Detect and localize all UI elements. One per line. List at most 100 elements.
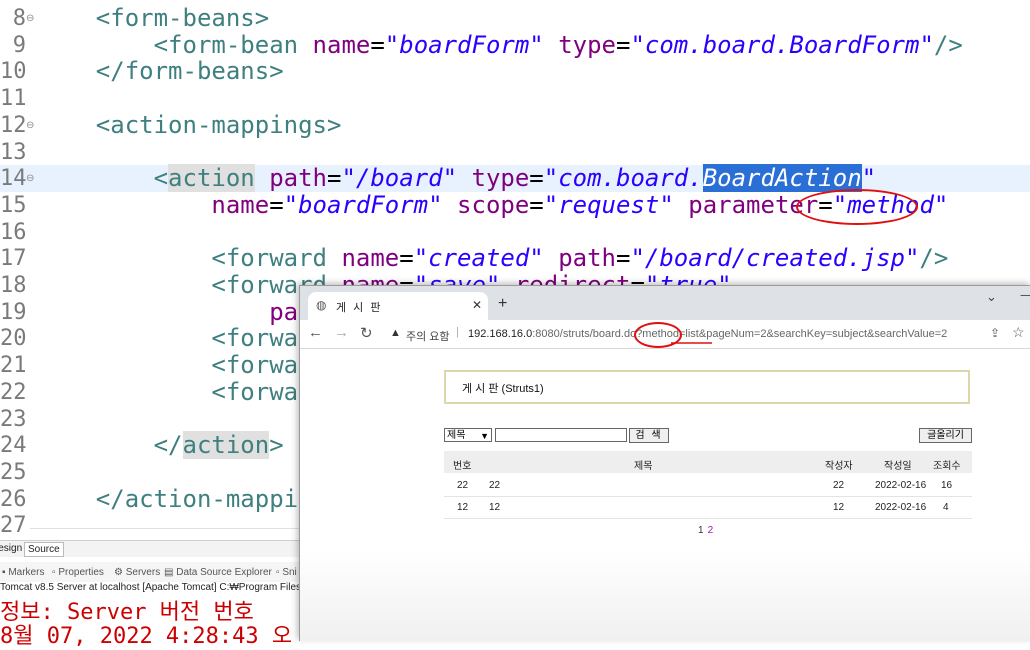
code-line[interactable]: 10 </form-beans> [0, 58, 1030, 85]
search-key-select[interactable]: 제목 ▼ [444, 428, 492, 442]
fold-toggle-icon[interactable]: ⊖ [26, 165, 36, 192]
servers-tab[interactable]: ⚙ Servers [114, 567, 160, 578]
board-title: 게 시 판 (Struts1) [462, 383, 544, 395]
line-number: 11 [0, 86, 27, 112]
line-number: 13 [0, 139, 27, 165]
markers-tab[interactable]: ▪ Markers [2, 567, 44, 578]
cell-subject[interactable]: 12 [489, 502, 500, 513]
column-header: 작성자 [825, 461, 853, 472]
browser-tab[interactable]: ◍ 게 시 판 ✕ [308, 292, 488, 320]
table-row[interactable]: 12 12 12 2022-02-16 4 [444, 496, 972, 519]
code-text: <action path="/board" type="com.board.Bo… [153, 164, 877, 193]
line-number: 22 [0, 379, 27, 405]
code-text: <forward [211, 351, 327, 380]
cell-date: 2022-02-16 [875, 480, 927, 491]
tab-title: 게 시 판 [336, 302, 383, 314]
url-domain: 192.168.16.0 [468, 328, 533, 340]
editor-scrollbar[interactable] [30, 528, 300, 539]
column-header: 조회수 [933, 461, 961, 472]
line-number: 21 [0, 353, 27, 379]
cell-subject[interactable]: 22 [489, 480, 500, 491]
line-number: 16 [0, 219, 27, 245]
new-tab-icon[interactable]: + [498, 295, 507, 313]
line-number: 18 [0, 273, 27, 298]
forward-icon[interactable]: → [334, 324, 349, 341]
cell-hits: 4 [943, 502, 949, 513]
console-line: 8월 07, 2022 4:28:43 오 [0, 624, 293, 649]
line-number: 27 [0, 513, 27, 539]
code-text: <forward [211, 377, 327, 406]
editor-bottom-tabs: Design Source [0, 540, 300, 557]
star-icon[interactable]: ☆ [1012, 324, 1025, 341]
cell-hits: 16 [941, 480, 953, 491]
back-icon[interactable]: ← [308, 324, 323, 341]
page-bottom-fade [300, 549, 1030, 641]
servers-label: Servers [125, 567, 161, 578]
line-number: 9 [12, 32, 26, 58]
browser-tabstrip: ◍ 게 시 판 ✕ + ⌄ — [300, 286, 1030, 320]
table-row[interactable]: 22 22 22 2022-02-16 16 [444, 474, 972, 497]
line-number: 8 [12, 6, 26, 31]
snippets-label: Sni [282, 567, 297, 578]
tab-design[interactable]: Design [0, 542, 25, 555]
reload-icon[interactable]: ↻ [360, 324, 373, 342]
line-number: 23 [0, 406, 27, 432]
code-line[interactable]: 14 ⊖ <action path="/board" type="com.boar… [0, 164, 1030, 193]
markers-label: Markers [8, 567, 45, 578]
code-text: <forward [211, 324, 327, 353]
code-line[interactable]: 12 ⊖ <action-mappings> [0, 110, 1030, 139]
views-tabbar: ▪ Markers ▫ Properties ⚙ Servers ▤ Data … [0, 562, 300, 582]
pagination: 12 [698, 525, 713, 536]
cell-writer: 22 [833, 480, 845, 491]
code-text: <form-beans> [95, 4, 270, 32]
url-path: :8080/struts/board.do?method=list&pageNu… [532, 328, 948, 340]
fold-toggle-icon[interactable]: ⊖ [26, 5, 36, 32]
code-line[interactable]: 17 <forward name="created" path="/board/… [0, 245, 1030, 272]
cell-num: 22 [457, 480, 469, 491]
cell-writer: 12 [833, 502, 845, 513]
search-input[interactable] [495, 428, 627, 442]
code-text: path [38, 298, 327, 326]
line-number: 20 [0, 326, 27, 352]
code-text: <form-bean name="boardForm" type="com.bo… [153, 30, 963, 59]
code-line[interactable]: 8 ⊖ <form-beans> [0, 5, 1030, 32]
properties-tab[interactable]: ▫ Properties [52, 567, 104, 578]
code-text: </action> [153, 431, 284, 460]
snippets-tab[interactable]: ▫ Sni [276, 567, 297, 578]
board-title-box: 게 시 판 (Struts1) [444, 370, 970, 404]
warning-icon[interactable]: ▲ [390, 327, 401, 339]
line-number: 17 [0, 246, 27, 272]
url-separator: | [456, 326, 459, 338]
column-header: 작성일 [884, 461, 912, 472]
chevron-down-icon[interactable]: ⌄ [986, 290, 997, 305]
minimize-icon[interactable]: — [1020, 288, 1030, 302]
search-button[interactable]: 검 색 [629, 428, 669, 443]
data-source-explorer-tab[interactable]: ▤ Data Source Explorer [164, 567, 272, 578]
share-icon[interactable]: ⇪ [990, 326, 1000, 340]
chevron-down-icon: ▼ [480, 431, 489, 441]
write-button[interactable]: 글올리기 [919, 428, 972, 443]
fold-toggle-icon[interactable]: ⊖ [26, 112, 36, 139]
column-header: 번호 [453, 461, 472, 472]
page-link[interactable]: 2 [708, 525, 714, 536]
search-key-value: 제목 [447, 430, 466, 441]
column-header: 제목 [634, 461, 653, 472]
code-line[interactable]: 11 [0, 85, 1030, 112]
line-number: 24 [0, 433, 27, 459]
properties-label: Properties [58, 567, 104, 578]
annotation-circle-method [796, 189, 918, 225]
annotation-underline [671, 342, 712, 344]
security-label[interactable]: 주의 요함 [406, 328, 450, 344]
address-bar[interactable]: 192.168.16.0:8080/struts/board.do?method… [468, 328, 947, 340]
line-number: 19 [0, 299, 27, 325]
close-tab-icon[interactable]: ✕ [472, 298, 482, 312]
code-line[interactable]: 13 [0, 139, 1030, 166]
line-number: 10 [0, 59, 27, 85]
tab-source[interactable]: Source [24, 542, 64, 557]
line-number: 26 [0, 486, 27, 512]
board-table-header: 번호 제목 작성자 작성일 조회수 [444, 451, 972, 473]
cell-num: 12 [457, 502, 469, 513]
code-line[interactable]: 9 <form-bean name="boardForm" type="com.… [0, 30, 1030, 59]
code-text: <action-mappings> [95, 110, 342, 139]
browser-window: ◍ 게 시 판 ✕ + ⌄ — ← → ↻ ▲ 주의 요함 | 192.168.… [299, 285, 1030, 641]
